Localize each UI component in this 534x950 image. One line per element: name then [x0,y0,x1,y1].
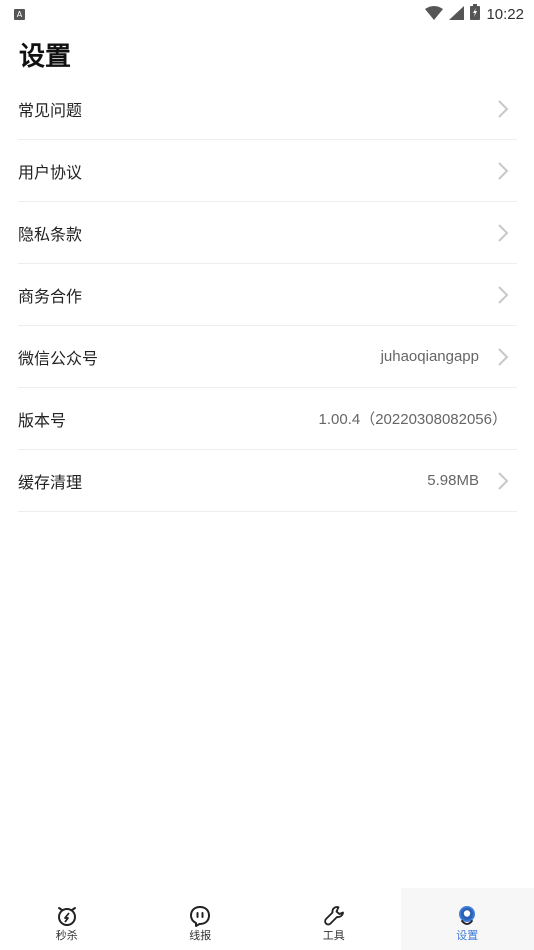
chevron-right-icon [495,160,511,182]
status-bar: A 10:22 [0,0,534,28]
row-label: 隐私条款 [18,224,83,244]
settings-row-version: 版本号 1.00.4（20220308082056） [18,388,517,450]
status-time: 10:22 [486,5,524,23]
nav-item-tools[interactable]: 工具 [267,888,401,950]
status-left: A [14,8,25,20]
settings-screen: A 10:22 设置 常见问题 用户协议 隐私条款 商务合作 微信公众号 juh… [0,0,534,950]
chevron-right-icon [495,222,511,244]
row-label: 版本号 [18,410,67,430]
settings-row-faq[interactable]: 常见问题 [18,78,517,140]
nav-label: 线报 [189,929,212,942]
settings-row-cache[interactable]: 缓存清理 5.98MB [18,450,517,512]
row-value: juhaoqiangapp [380,348,479,365]
nav-item-deals[interactable]: 线报 [134,888,268,950]
row-label: 缓存清理 [18,472,83,492]
nav-label: 秒杀 [55,929,78,942]
row-value: 1.00.4（20220308082056） [318,411,508,428]
settings-row-wechat[interactable]: 微信公众号 juhaoqiangapp [18,326,517,388]
row-right [479,222,517,244]
row-right: 1.00.4（20220308082056） [319,408,518,429]
alarm-clock-icon [55,904,79,928]
settings-avatar-icon [455,904,479,928]
page-title: 设置 [19,42,72,72]
signal-icon [449,5,465,24]
chevron-right-icon [495,284,511,306]
chevron-right-icon [495,346,511,368]
nav-item-settings[interactable]: 设置 [400,888,534,950]
row-label: 用户协议 [18,162,83,182]
nav-label: 设置 [456,929,479,942]
battery-icon [470,4,481,24]
row-right: juhaoqiangapp [381,346,517,368]
chevron-right-icon [495,98,511,120]
bottom-nav: 秒杀 线报 工具 设置 [0,888,534,950]
wifi-icon [425,5,444,24]
notification-a-icon: A [14,8,25,20]
row-label: 微信公众号 [18,348,99,368]
settings-row-privacy[interactable]: 隐私条款 [18,202,517,264]
nav-item-seckill[interactable]: 秒杀 [0,888,134,950]
row-label: 常见问题 [18,100,83,120]
nav-label: 工具 [322,929,345,942]
row-label: 商务合作 [18,286,83,306]
message-bubble-icon [188,904,212,928]
row-right: 5.98MB [427,470,517,492]
status-right: 10:22 [425,4,524,24]
wrench-icon [322,904,346,928]
settings-list: 常见问题 用户协议 隐私条款 商务合作 微信公众号 juhaoqiangapp … [18,78,517,512]
row-right [479,160,517,182]
settings-row-business[interactable]: 商务合作 [18,264,517,326]
row-value: 5.98MB [427,472,479,489]
row-right [479,98,517,120]
settings-row-user-agreement[interactable]: 用户协议 [18,140,517,202]
row-right [479,284,517,306]
chevron-right-icon [495,470,511,492]
